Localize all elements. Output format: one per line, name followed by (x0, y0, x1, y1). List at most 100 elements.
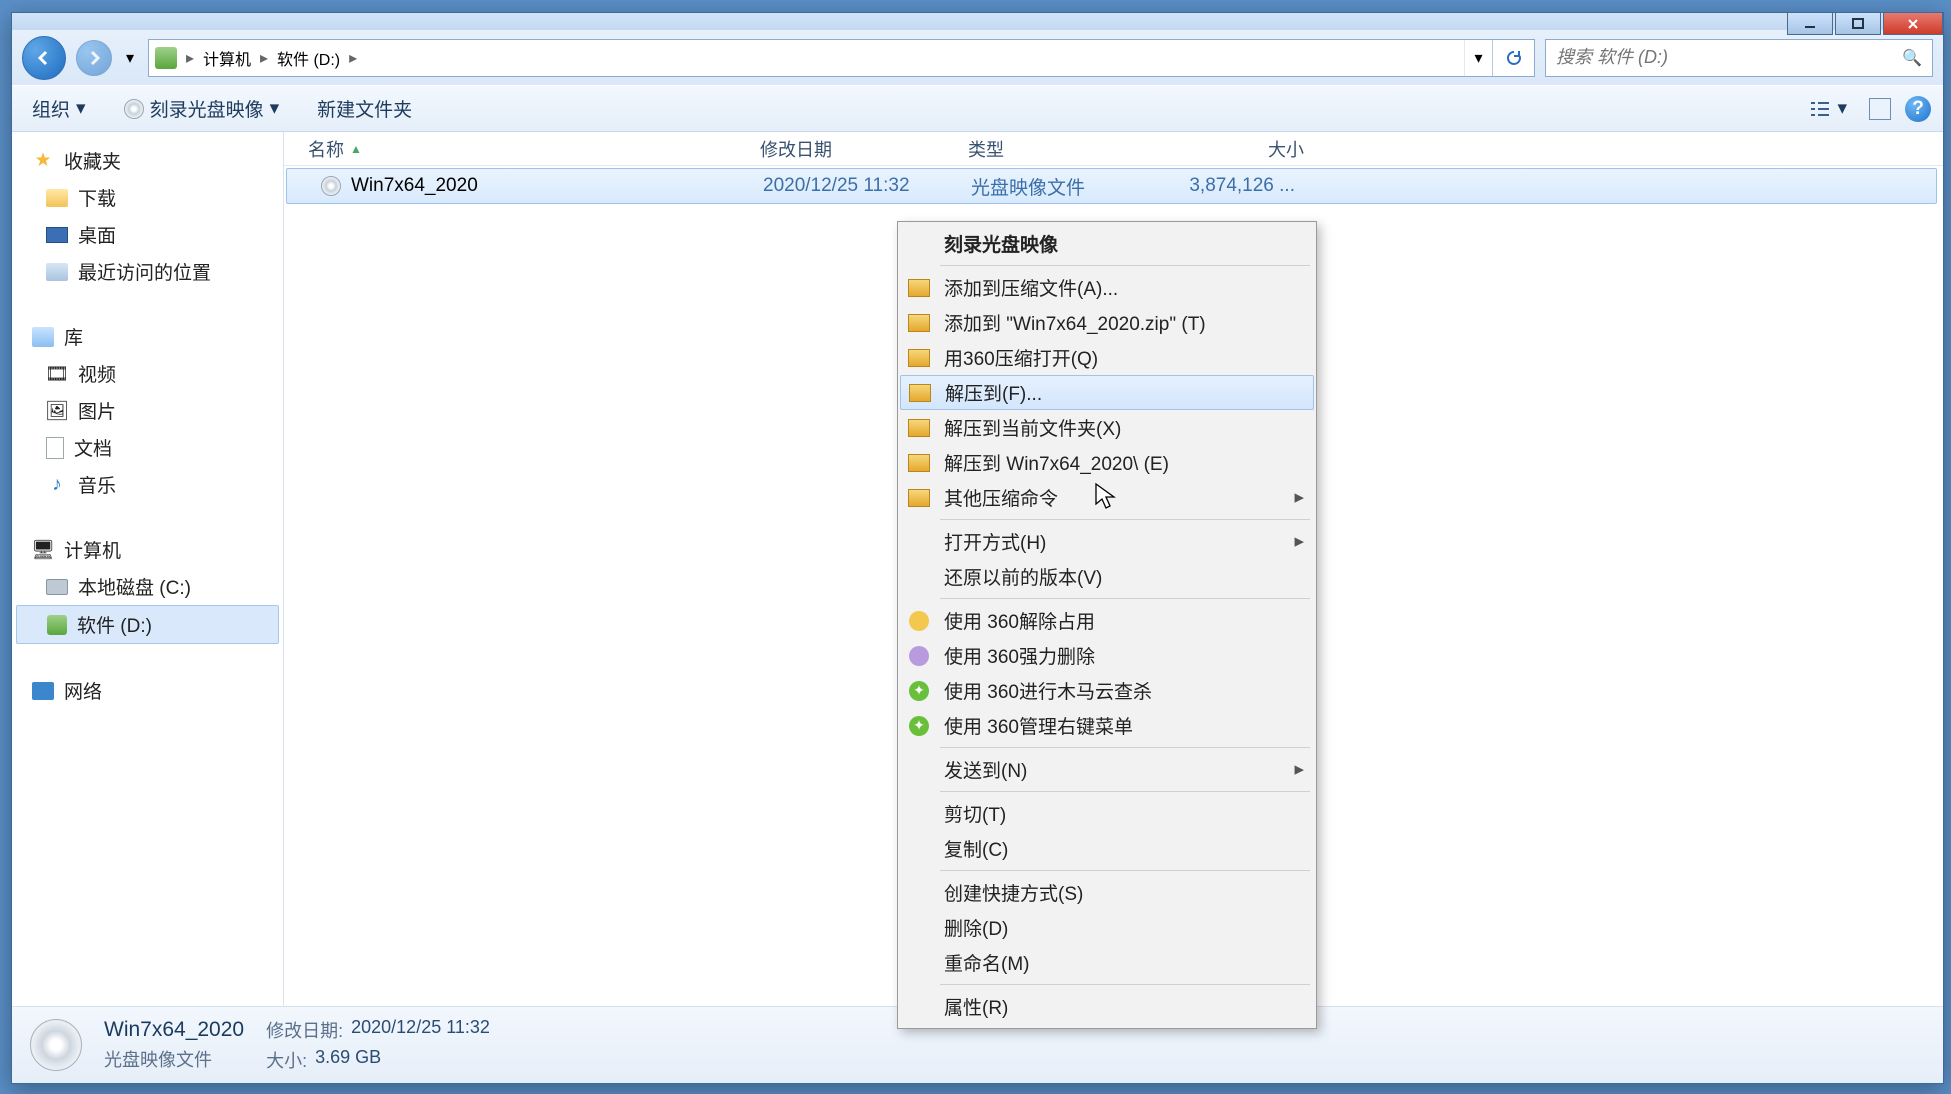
search-input[interactable] (1556, 47, 1894, 68)
organize-button[interactable]: 组织 ▾ (24, 92, 94, 125)
column-size[interactable]: 大小 (1172, 136, 1312, 162)
chevron-right-icon[interactable]: ▸ (183, 48, 197, 68)
ctx-label: 重命名(M) (944, 949, 1029, 976)
context-menu: 刻录光盘映像 添加到压缩文件(A)... 添加到 "Win7x64_2020.z… (897, 221, 1317, 1029)
separator (940, 870, 1310, 871)
ctx-360-forcedel[interactable]: 使用 360强力删除 (900, 638, 1314, 673)
minimize-button[interactable] (1787, 13, 1833, 35)
ctx-extract-named[interactable]: 解压到 Win7x64_2020\ (E) (900, 445, 1314, 480)
nav-history-dropdown[interactable]: ▾ (122, 40, 138, 76)
column-name[interactable]: 名称▲ (300, 136, 752, 162)
iso-file-icon (321, 176, 341, 196)
new-folder-button[interactable]: 新建文件夹 (309, 92, 420, 125)
newfolder-label: 新建文件夹 (317, 95, 412, 122)
sidebar-network-header[interactable]: 网络 (16, 672, 279, 709)
organize-label: 组织 (32, 95, 70, 122)
ctx-restore-prev[interactable]: 还原以前的版本(V) (900, 559, 1314, 594)
sidebar-favorites-header[interactable]: ★收藏夹 (16, 142, 279, 179)
ctx-add-archive[interactable]: 添加到压缩文件(A)... (900, 270, 1314, 305)
maximize-button[interactable] (1835, 13, 1881, 35)
ctx-delete[interactable]: 删除(D) (900, 910, 1314, 945)
address-dropdown-button[interactable]: ▾ (1464, 40, 1492, 76)
sidebar-item-label: 最近访问的位置 (78, 258, 211, 285)
ctx-label: 解压到当前文件夹(X) (944, 414, 1121, 441)
ctx-open-360zip[interactable]: 用360压缩打开(Q) (900, 340, 1314, 375)
ctx-rename[interactable]: 重命名(M) (900, 945, 1314, 980)
ctx-open-with[interactable]: 打开方式(H)▸ (900, 524, 1314, 559)
iso-file-icon (30, 1019, 82, 1071)
sidebar-item-videos[interactable]: 🎞视频 (16, 355, 279, 392)
picture-icon: 🖼 (46, 400, 68, 422)
nav-forward-button[interactable] (76, 40, 112, 76)
sidebar-item-pictures[interactable]: 🖼图片 (16, 392, 279, 429)
sidebar-item-d-drive[interactable]: 软件 (D:) (16, 605, 279, 644)
breadcrumb-root[interactable] (149, 40, 183, 76)
ctx-360-unlock[interactable]: 使用 360解除占用 (900, 603, 1314, 638)
status-size: 3.69 GB (315, 1047, 381, 1073)
ctx-shortcut[interactable]: 创建快捷方式(S) (900, 875, 1314, 910)
view-options-button[interactable]: ▾ (1801, 94, 1855, 123)
ctx-add-zip[interactable]: 添加到 "Win7x64_2020.zip" (T) (900, 305, 1314, 340)
sidebar-computer-header[interactable]: 🖥计算机 (16, 531, 279, 568)
sidebar-item-desktop[interactable]: 桌面 (16, 216, 279, 253)
archive-icon (908, 314, 930, 332)
status-date: 2020/12/25 11:32 (351, 1017, 490, 1043)
sidebar-item-c-drive[interactable]: 本地磁盘 (C:) (16, 568, 279, 605)
close-button[interactable] (1883, 13, 1943, 35)
sidebar-libraries: 库 🎞视频 🖼图片 文档 ♪音乐 (16, 318, 279, 503)
desktop-icon (46, 227, 68, 243)
ctx-burn[interactable]: 刻录光盘映像 (900, 226, 1314, 261)
chevron-down-icon: ▾ (76, 97, 86, 120)
360-icon: ✦ (909, 716, 929, 736)
sidebar-item-downloads[interactable]: 下载 (16, 179, 279, 216)
drive-icon (155, 47, 177, 69)
address-bar[interactable]: ▸ 计算机 ▸ 软件 (D:) ▸ ▾ (148, 39, 1535, 77)
sort-ascending-icon: ▲ (350, 142, 362, 156)
ctx-label: 删除(D) (944, 914, 1008, 941)
ctx-copy[interactable]: 复制(C) (900, 831, 1314, 866)
window-controls (1787, 13, 1943, 35)
sidebar-item-documents[interactable]: 文档 (16, 429, 279, 466)
chevron-right-icon[interactable]: ▸ (346, 48, 360, 68)
ctx-360-scan[interactable]: ✦使用 360进行木马云查杀 (900, 673, 1314, 708)
breadcrumb-drive[interactable]: 软件 (D:) (271, 40, 346, 76)
ctx-properties[interactable]: 属性(R) (900, 989, 1314, 1024)
archive-icon (908, 349, 930, 367)
sidebar-item-music[interactable]: ♪音乐 (16, 466, 279, 503)
column-date[interactable]: 修改日期 (752, 136, 960, 162)
music-icon: ♪ (46, 474, 68, 496)
chevron-right-icon[interactable]: ▸ (257, 48, 271, 68)
ctx-cut[interactable]: 剪切(T) (900, 796, 1314, 831)
ctx-extract-here[interactable]: 解压到当前文件夹(X) (900, 410, 1314, 445)
ctx-extract-to[interactable]: 解压到(F)... (900, 375, 1314, 410)
ctx-label: 其他压缩命令 (944, 484, 1058, 511)
sidebar-label: 计算机 (64, 536, 121, 563)
network-icon (32, 682, 54, 700)
sidebar-libraries-header[interactable]: 库 (16, 318, 279, 355)
preview-pane-button[interactable] (1869, 98, 1891, 120)
refresh-button[interactable] (1492, 40, 1534, 76)
sidebar-label: 库 (64, 323, 83, 350)
file-row[interactable]: Win7x64_2020 2020/12/25 11:32 光盘映像文件 3,8… (286, 168, 1937, 204)
video-icon: 🎞 (46, 363, 68, 385)
search-icon[interactable]: 🔍 (1902, 48, 1922, 68)
nav-back-button[interactable] (22, 36, 66, 80)
status-date-label: 修改日期: (266, 1017, 343, 1043)
ctx-label: 使用 360解除占用 (944, 607, 1095, 634)
ctx-360-menu[interactable]: ✦使用 360管理右键菜单 (900, 708, 1314, 743)
breadcrumb-computer[interactable]: 计算机 (197, 40, 257, 76)
search-box[interactable]: 🔍 (1545, 39, 1933, 77)
archive-icon (908, 489, 930, 507)
360-icon (909, 611, 929, 631)
sidebar-item-recent[interactable]: 最近访问的位置 (16, 253, 279, 290)
column-type[interactable]: 类型 (960, 136, 1172, 162)
ctx-other-zip[interactable]: 其他压缩命令▸ (900, 480, 1314, 515)
ctx-send-to[interactable]: 发送到(N)▸ (900, 752, 1314, 787)
column-label: 大小 (1268, 140, 1304, 160)
help-button[interactable]: ? (1905, 96, 1931, 122)
toolbar: 组织 ▾ 刻录光盘映像 ▾ 新建文件夹 ▾ ? (12, 85, 1943, 132)
archive-icon (908, 419, 930, 437)
ctx-label: 使用 360强力删除 (944, 642, 1095, 669)
burn-image-button[interactable]: 刻录光盘映像 ▾ (116, 92, 288, 125)
ctx-label: 添加到压缩文件(A)... (944, 274, 1118, 301)
